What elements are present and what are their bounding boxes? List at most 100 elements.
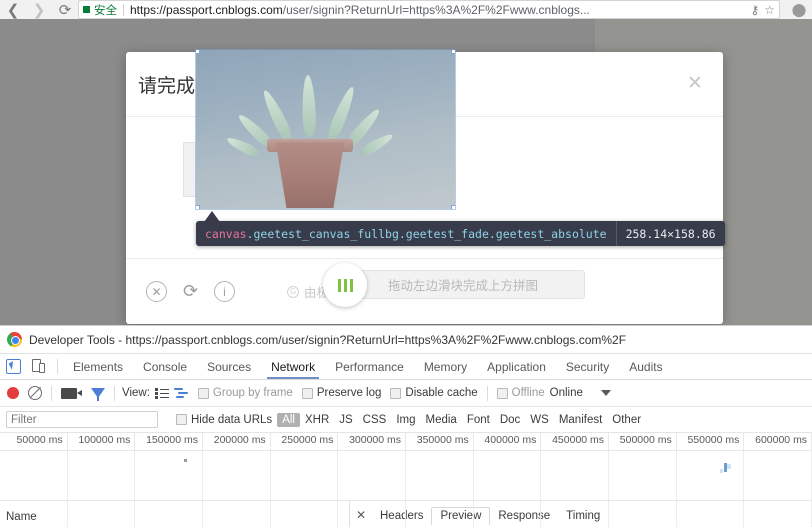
timeline-tick: 350000 ms (406, 432, 474, 450)
hide-data-urls-checkbox[interactable]: Hide data URLs (176, 414, 272, 426)
filter-type-ws[interactable]: WS (525, 414, 554, 426)
timeline-tick: 450000 ms (541, 432, 610, 450)
group-by-frame-checkbox[interactable]: Group by frame (197, 387, 293, 399)
secure-label: 安全 (94, 2, 117, 17)
tooltip-selector: canvas.geetest_canvas_fullbg.geetest_fad… (196, 227, 616, 241)
back-arrow-icon[interactable]: ❮ (0, 0, 26, 19)
tab-memory[interactable]: Memory (414, 354, 477, 379)
filter-toggle-icon[interactable] (91, 388, 105, 401)
tab-application[interactable]: Application (477, 354, 556, 379)
list-view-icon[interactable] (154, 387, 169, 399)
element-inspector-tooltip: canvas.geetest_canvas_fullbg.geetest_fad… (196, 221, 725, 246)
key-icon[interactable]: ⚷ (750, 3, 759, 17)
offline-label: Offline (511, 387, 545, 399)
browser-toolbar: ❮ ❯ ⟳ 安全 https://passport.cnblogs.com/us… (0, 0, 812, 19)
network-overview-timeline[interactable] (0, 451, 812, 501)
inspected-canvas-highlight (196, 50, 455, 209)
omnibox-divider (123, 3, 124, 16)
offline-checkbox[interactable]: Offline (496, 387, 545, 399)
preserve-log-checkbox[interactable]: Preserve log (301, 387, 382, 399)
captcha-slider-handle[interactable] (323, 263, 367, 307)
tab-sources[interactable]: Sources (197, 354, 261, 379)
detail-tab-preview[interactable]: Preview (431, 507, 491, 525)
timeline-tick: 50000 ms (0, 432, 68, 450)
tab-console[interactable]: Console (133, 354, 197, 379)
filter-type-other[interactable]: Other (607, 414, 646, 426)
url-text: https://passport.cnblogs.com/user/signin… (130, 3, 745, 17)
forward-arrow-icon[interactable]: ❯ (26, 0, 52, 19)
toolbar-divider (114, 385, 115, 401)
tooltip-tag-name: canvas (205, 226, 247, 241)
tab-performance[interactable]: Performance (325, 354, 414, 379)
filter-type-media[interactable]: Media (421, 414, 462, 426)
devtools-tabbar: Elements Console Sources Network Perform… (0, 354, 812, 380)
inspect-element-icon[interactable] (0, 354, 26, 379)
detail-tab-response[interactable]: Response (490, 508, 558, 525)
filter-type-all[interactable]: All (277, 412, 300, 427)
disable-cache-checkbox[interactable]: Disable cache (390, 387, 478, 399)
refresh-icon[interactable]: ⟳ (180, 281, 201, 302)
filter-type-img[interactable]: Img (391, 414, 420, 426)
reload-icon[interactable]: ⟳ (52, 0, 78, 19)
screenshot-root: ❮ ❯ ⟳ 安全 https://passport.cnblogs.com/us… (0, 0, 812, 532)
filter-type-css[interactable]: CSS (358, 414, 392, 426)
checkbox-icon (390, 387, 402, 399)
filter-type-font[interactable]: Font (462, 414, 495, 426)
toolbar-divider (51, 385, 52, 401)
filter-type-js[interactable]: JS (334, 414, 357, 426)
timeline-tick: 300000 ms (338, 432, 407, 450)
captcha-footer-icons: ✕ ⟳ i (146, 281, 235, 302)
network-filterbar: Hide data URLs All XHR JS CSS Img Media … (0, 407, 812, 433)
tab-network[interactable]: Network (261, 354, 325, 379)
timeline-tick: 400000 ms (474, 432, 542, 450)
timeline-tick: 250000 ms (271, 432, 339, 450)
chevron-down-icon[interactable] (600, 390, 611, 396)
captcha-slider-track[interactable]: 拖动左边滑块完成上方拼图 (341, 270, 585, 299)
resize-handle-tr[interactable] (451, 50, 455, 54)
filter-type-xhr[interactable]: XHR (300, 414, 334, 426)
resize-handle-bl[interactable] (196, 205, 200, 209)
captcha-close-button[interactable]: ✕ (681, 69, 709, 97)
checkbox-icon (301, 387, 313, 399)
url-host: https://passport.cnblogs.com (130, 2, 283, 17)
extension-icon[interactable]: ⬤ (786, 0, 812, 19)
address-bar[interactable]: 安全 https://passport.cnblogs.com/user/sig… (78, 0, 780, 19)
timeline-tick: 150000 ms (135, 432, 204, 450)
tab-audits[interactable]: Audits (619, 354, 672, 379)
network-timeline-ruler: 50000 ms 100000 ms 150000 ms 200000 ms 2… (0, 432, 812, 451)
preserve-log-label: Preserve log (316, 387, 382, 399)
tooltip-dimensions: 258.14×158.86 (625, 226, 716, 241)
device-toolbar-icon[interactable] (26, 354, 52, 379)
close-detail-icon[interactable]: ✕ (350, 508, 372, 525)
filter-type-doc[interactable]: Doc (495, 414, 525, 426)
resize-handle-tl[interactable] (196, 50, 200, 54)
resize-handle-br[interactable] (451, 205, 455, 209)
record-button[interactable] (7, 387, 19, 399)
timeline-activity-marker (184, 459, 187, 462)
disable-cache-label: Disable cache (405, 387, 478, 399)
detail-tab-timing[interactable]: Timing (558, 508, 608, 525)
filter-type-manifest[interactable]: Manifest (554, 414, 607, 426)
detail-tab-headers[interactable]: Headers (372, 508, 431, 525)
view-label: View: (122, 387, 150, 399)
tab-elements[interactable]: Elements (63, 354, 133, 379)
timeline-tick: 500000 ms (609, 432, 677, 450)
info-circle-icon[interactable]: i (214, 281, 235, 302)
timeline-tick: 100000 ms (68, 432, 136, 450)
clear-button[interactable] (28, 386, 42, 400)
tooltip-class-list: .geetest_canvas_fullbg.geetest_fade.geet… (246, 226, 607, 241)
filter-input[interactable] (6, 411, 158, 428)
devtools-title: Developer Tools - https://passport.cnblo… (29, 332, 627, 347)
timeline-tick: 550000 ms (677, 432, 745, 450)
timeline-activity-bar (727, 464, 731, 469)
capture-screenshots-icon[interactable] (61, 387, 82, 399)
secure-lock-icon (83, 6, 90, 13)
star-icon[interactable]: ☆ (764, 3, 775, 17)
waterfall-view-icon[interactable] (173, 387, 189, 399)
chrome-logo-icon (7, 332, 22, 347)
close-circle-icon[interactable]: ✕ (146, 281, 167, 302)
checkbox-icon (176, 414, 187, 425)
url-path: /user/signin?ReturnUrl=https%3A%2F%2Fwww… (282, 2, 590, 17)
tab-security[interactable]: Security (556, 354, 619, 379)
throttling-select[interactable]: Online (550, 387, 583, 399)
